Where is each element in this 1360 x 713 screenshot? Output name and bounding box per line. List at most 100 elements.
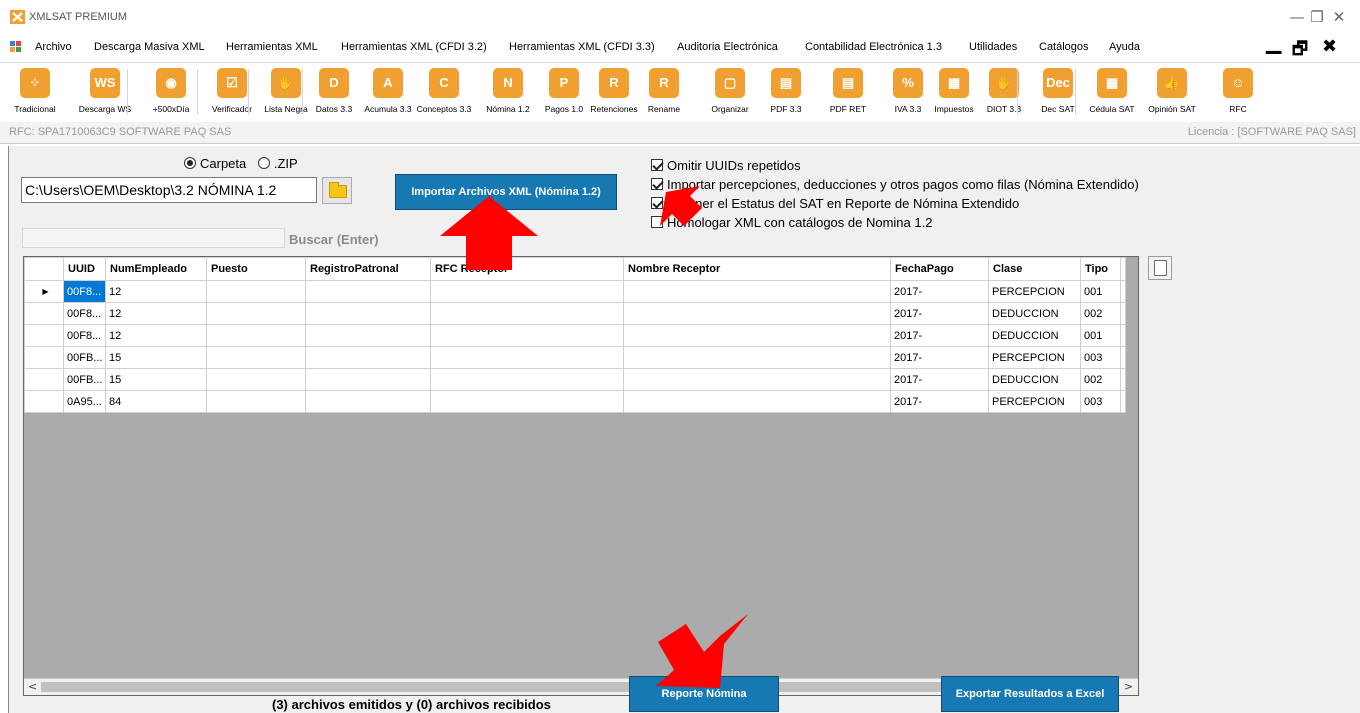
column-header-nombre-receptor[interactable]: Nombre Receptor [623,257,891,281]
menu-herramientas-cfdi32[interactable]: Herramientas XML (CFDI 3.2) [341,41,487,53]
close-window-button[interactable]: ✕ [1324,6,1354,28]
table-cell[interactable] [430,368,624,391]
table-cell[interactable]: 2017- [890,368,989,391]
column-header-uuid[interactable]: UUID [63,257,106,281]
table-row[interactable]: 00F8... 12 2017- DEDUCCION 001 [24,324,1126,347]
menu-herramientas-xml[interactable]: Herramientas XML [226,41,318,53]
mdi-restore-button[interactable]: 🗗 [1292,36,1308,65]
row-header[interactable] [24,346,64,369]
table-cell[interactable]: 2017- [890,302,989,325]
table-cell[interactable] [430,346,624,369]
option-importar-filas[interactable]: Importar percepciones, deducciones y otr… [651,177,1139,196]
toolbar-dec-sat-button[interactable]: Dec Dec SAT [1030,68,1086,114]
table-cell[interactable] [623,390,891,413]
table-cell[interactable] [623,368,891,391]
table-cell[interactable]: 2017- [890,346,989,369]
radio-carpeta-circle[interactable] [184,157,196,169]
menu-descarga-masiva[interactable]: Descarga Masiva XML [94,41,205,53]
table-row[interactable]: 00FB... 15 2017- PERCEPCION 003 [24,346,1126,369]
option-omitir-uuids-checkbox[interactable] [651,159,663,171]
scroll-thumb[interactable] [41,682,1091,692]
scroll-right-arrow-icon[interactable]: > [1124,680,1133,693]
option-homologar[interactable]: Homologar XML con catálogos de Nomina 1.… [651,215,1139,234]
table-cell[interactable] [206,324,306,347]
mdi-close-button[interactable]: ✖ [1322,36,1337,57]
menu-utilidades[interactable]: Utilidades [969,41,1017,53]
table-cell[interactable]: 12 [105,302,207,325]
table-cell[interactable] [623,280,891,303]
toolbar-pagos-10-button[interactable]: P Pagos 1.0 [536,68,592,114]
radio-carpeta[interactable]: Carpeta [184,156,246,171]
table-row[interactable]: 0A95... 84 2017- PERCEPCION 003 [24,390,1126,413]
table-cell[interactable]: 0A95... [63,390,106,413]
table-cell[interactable]: 84 [105,390,207,413]
column-header-fechapago[interactable]: FechaPago [890,257,989,281]
table-cell[interactable]: 15 [105,368,207,391]
table-cell[interactable] [206,280,306,303]
toolbar-nomina-12-button[interactable]: N Nómina 1.2 [480,68,536,114]
table-cell[interactable] [305,390,431,413]
table-cell[interactable]: 15 [105,346,207,369]
table-cell[interactable] [305,368,431,391]
table-row[interactable]: 00FB... 15 2017- DEDUCCION 002 [24,368,1126,391]
table-cell[interactable]: 12 [105,324,207,347]
table-cell[interactable]: 00F8... [63,324,106,347]
scroll-left-arrow-icon[interactable]: < [28,680,37,693]
table-cell[interactable] [305,324,431,347]
option-omitir-uuids[interactable]: Omitir UUIDs repetidos [651,158,1139,177]
table-cell[interactable]: DEDUCCION [988,324,1081,347]
table-cell[interactable]: 2017- [890,390,989,413]
column-header-tipo[interactable]: Tipo [1080,257,1121,281]
table-cell[interactable]: 2017- [890,280,989,303]
toolbar-organizar-button[interactable]: ▢ Organizar [702,68,758,114]
toolbar-500xdia-button[interactable]: ◉ +500xDía [143,68,199,114]
table-cell[interactable]: 2017- [890,324,989,347]
toolbar-rfc-button[interactable]: ☺ RFC [1210,68,1266,114]
table-cell[interactable] [305,346,431,369]
table-cell[interactable]: DEDUCCION [988,368,1081,391]
search-label[interactable]: Buscar (Enter) [289,232,379,247]
toolbar-acumula-33-button[interactable]: A Acumula 3.3 [360,68,416,114]
toolbar-cedula-sat-button[interactable]: ▦ Cédula SAT [1084,68,1140,114]
browse-folder-button[interactable] [322,177,352,204]
folder-path-input[interactable] [21,177,317,203]
row-header[interactable] [24,390,64,413]
menu-auditoria[interactable]: Auditoria Electrónica [677,41,778,53]
mdi-minimize-button[interactable]: ▁ [1266,30,1281,54]
table-cell[interactable]: 002 [1080,302,1121,325]
toolbar-pdf-33-button[interactable]: ▤ PDF 3.3 [758,68,814,114]
table-cell[interactable] [430,302,624,325]
column-header-clase[interactable]: Clase [988,257,1081,281]
table-cell[interactable] [623,302,891,325]
table-cell[interactable]: 001 [1080,280,1121,303]
toolbar-diot-33-button[interactable]: ✋ DIOT 3.3 [976,68,1032,114]
table-cell[interactable] [430,324,624,347]
radio-zip[interactable]: .ZIP [257,156,298,171]
toolbar-descarga-ws-button[interactable]: WS Descarga WS [77,68,133,114]
toolbar-datos-33-button[interactable]: D Datos 3.3 [306,68,362,114]
menu-archivo[interactable]: Archivo [35,41,72,53]
table-cell[interactable] [206,346,306,369]
column-header-puesto[interactable]: Puesto [206,257,306,281]
toolbar-retenciones-button[interactable]: R Retenciones [586,68,642,114]
table-cell[interactable]: PERCEPCION [988,280,1081,303]
table-cell[interactable]: 00FB... [63,346,106,369]
toolbar-conceptos-33-button[interactable]: C Conceptos 3.3 [416,68,472,114]
table-cell[interactable]: 001 [1080,324,1121,347]
table-cell[interactable]: 00F8... [63,280,106,303]
table-cell[interactable] [206,368,306,391]
table-cell[interactable]: 003 [1080,390,1121,413]
table-row[interactable]: ▶ 00F8... 12 2017- PERCEPCION 001 [24,280,1126,303]
column-header-registropatronal[interactable]: RegistroPatronal [305,257,431,281]
search-input[interactable] [22,228,285,248]
table-cell[interactable] [305,302,431,325]
row-header[interactable]: ▶ [24,280,64,303]
results-grid[interactable]: UUID NumEmpleado Puesto RegistroPatronal RFC… [23,256,1139,696]
table-cell[interactable] [623,324,891,347]
table-cell[interactable] [305,280,431,303]
toolbar-tradicional-button[interactable]: ⁘ Tradicional [2,68,68,114]
table-cell[interactable]: 002 [1080,368,1121,391]
row-header[interactable] [24,368,64,391]
toolbar-rename-button[interactable]: R Rename [636,68,692,114]
table-row[interactable]: 00F8... 12 2017- DEDUCCION 002 [24,302,1126,325]
